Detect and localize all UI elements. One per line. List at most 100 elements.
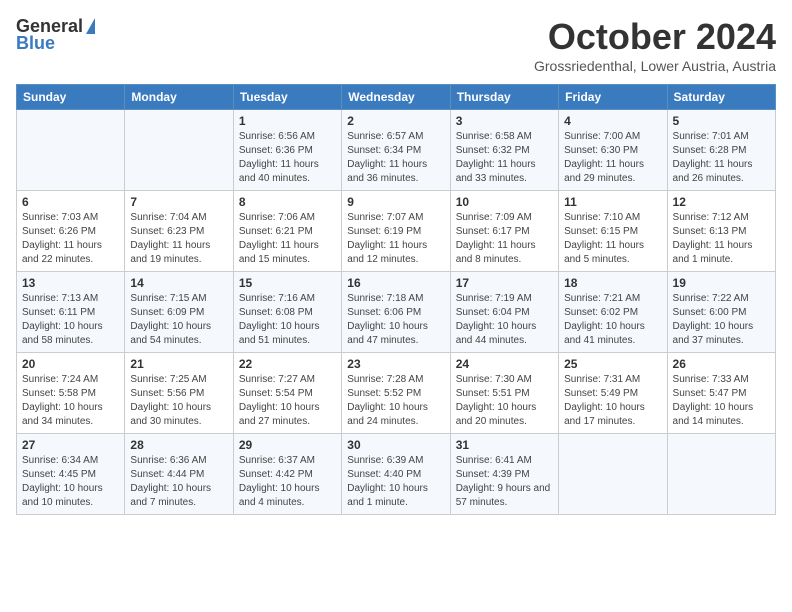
day-number: 31	[456, 438, 553, 452]
day-info: Sunrise: 6:37 AM Sunset: 4:42 PM Dayligh…	[239, 454, 336, 510]
logo-blue-text: Blue	[16, 33, 55, 54]
day-info: Sunrise: 7:04 AM Sunset: 6:23 PM Dayligh…	[130, 211, 227, 267]
weekday-header: Tuesday	[233, 85, 341, 110]
calendar-cell: 29 Sunrise: 6:37 AM Sunset: 4:42 PM Dayli…	[233, 434, 341, 515]
day-info: Sunrise: 6:58 AM Sunset: 6:32 PM Dayligh…	[456, 130, 553, 186]
calendar-cell: 30 Sunrise: 6:39 AM Sunset: 4:40 PM Dayli…	[342, 434, 450, 515]
day-number: 29	[239, 438, 336, 452]
calendar-cell: 25 Sunrise: 7:31 AM Sunset: 5:49 PM Dayli…	[559, 353, 667, 434]
day-info: Sunrise: 7:27 AM Sunset: 5:54 PM Dayligh…	[239, 373, 336, 429]
calendar-week-row: 27 Sunrise: 6:34 AM Sunset: 4:45 PM Dayli…	[17, 434, 776, 515]
day-info: Sunrise: 7:21 AM Sunset: 6:02 PM Dayligh…	[564, 292, 661, 348]
day-number: 25	[564, 357, 661, 371]
day-number: 18	[564, 276, 661, 290]
day-number: 9	[347, 195, 444, 209]
day-number: 20	[22, 357, 119, 371]
day-info: Sunrise: 6:57 AM Sunset: 6:34 PM Dayligh…	[347, 130, 444, 186]
calendar-cell: 17 Sunrise: 7:19 AM Sunset: 6:04 PM Dayli…	[450, 272, 558, 353]
day-number: 6	[22, 195, 119, 209]
calendar-cell: 10 Sunrise: 7:09 AM Sunset: 6:17 PM Dayli…	[450, 191, 558, 272]
calendar-cell: 6 Sunrise: 7:03 AM Sunset: 6:26 PM Daylig…	[17, 191, 125, 272]
day-info: Sunrise: 7:07 AM Sunset: 6:19 PM Dayligh…	[347, 211, 444, 267]
day-number: 3	[456, 114, 553, 128]
calendar-week-row: 1Sunrise: 6:56 AM Sunset: 6:36 PM Daylig…	[17, 110, 776, 191]
day-number: 26	[673, 357, 770, 371]
day-number: 4	[564, 114, 661, 128]
day-info: Sunrise: 6:34 AM Sunset: 4:45 PM Dayligh…	[22, 454, 119, 510]
calendar-cell: 23Sunrise: 7:28 AM Sunset: 5:52 PM Dayli…	[342, 353, 450, 434]
calendar-cell	[17, 110, 125, 191]
calendar-cell: 27 Sunrise: 6:34 AM Sunset: 4:45 PM Dayli…	[17, 434, 125, 515]
calendar-cell: 18 Sunrise: 7:21 AM Sunset: 6:02 PM Dayli…	[559, 272, 667, 353]
day-info: Sunrise: 7:03 AM Sunset: 6:26 PM Dayligh…	[22, 211, 119, 267]
calendar-cell	[667, 434, 775, 515]
calendar-cell	[559, 434, 667, 515]
day-info: Sunrise: 7:16 AM Sunset: 6:08 PM Dayligh…	[239, 292, 336, 348]
calendar-cell: 1Sunrise: 6:56 AM Sunset: 6:36 PM Daylig…	[233, 110, 341, 191]
calendar-cell: 7 Sunrise: 7:04 AM Sunset: 6:23 PM Daylig…	[125, 191, 233, 272]
day-number: 13	[22, 276, 119, 290]
month-title: October 2024	[534, 16, 776, 58]
day-number: 2	[347, 114, 444, 128]
day-number: 7	[130, 195, 227, 209]
calendar-cell: 14 Sunrise: 7:15 AM Sunset: 6:09 PM Dayli…	[125, 272, 233, 353]
calendar-cell: 16Sunrise: 7:18 AM Sunset: 6:06 PM Dayli…	[342, 272, 450, 353]
day-number: 11	[564, 195, 661, 209]
calendar-cell: 21 Sunrise: 7:25 AM Sunset: 5:56 PM Dayli…	[125, 353, 233, 434]
day-number: 30	[347, 438, 444, 452]
day-info: Sunrise: 7:01 AM Sunset: 6:28 PM Dayligh…	[673, 130, 770, 186]
day-info: Sunrise: 7:09 AM Sunset: 6:17 PM Dayligh…	[456, 211, 553, 267]
calendar-week-row: 20 Sunrise: 7:24 AM Sunset: 5:58 PM Dayli…	[17, 353, 776, 434]
day-info: Sunrise: 7:00 AM Sunset: 6:30 PM Dayligh…	[564, 130, 661, 186]
weekday-header: Saturday	[667, 85, 775, 110]
day-info: Sunrise: 7:30 AM Sunset: 5:51 PM Dayligh…	[456, 373, 553, 429]
logo: General Blue	[16, 16, 95, 54]
day-number: 8	[239, 195, 336, 209]
day-info: Sunrise: 7:33 AM Sunset: 5:47 PM Dayligh…	[673, 373, 770, 429]
day-number: 17	[456, 276, 553, 290]
day-number: 10	[456, 195, 553, 209]
day-number: 19	[673, 276, 770, 290]
page-header: General Blue October 2024 Grossriedentha…	[16, 16, 776, 74]
day-number: 21	[130, 357, 227, 371]
day-info: Sunrise: 7:25 AM Sunset: 5:56 PM Dayligh…	[130, 373, 227, 429]
calendar-cell: 8 Sunrise: 7:06 AM Sunset: 6:21 PM Daylig…	[233, 191, 341, 272]
day-info: Sunrise: 7:15 AM Sunset: 6:09 PM Dayligh…	[130, 292, 227, 348]
weekday-header: Thursday	[450, 85, 558, 110]
calendar-week-row: 6 Sunrise: 7:03 AM Sunset: 6:26 PM Daylig…	[17, 191, 776, 272]
day-info: Sunrise: 7:19 AM Sunset: 6:04 PM Dayligh…	[456, 292, 553, 348]
calendar-cell: 5Sunrise: 7:01 AM Sunset: 6:28 PM Daylig…	[667, 110, 775, 191]
day-info: Sunrise: 7:12 AM Sunset: 6:13 PM Dayligh…	[673, 211, 770, 267]
day-info: Sunrise: 6:39 AM Sunset: 4:40 PM Dayligh…	[347, 454, 444, 510]
calendar-cell: 3 Sunrise: 6:58 AM Sunset: 6:32 PM Daylig…	[450, 110, 558, 191]
day-number: 12	[673, 195, 770, 209]
calendar-cell: 9 Sunrise: 7:07 AM Sunset: 6:19 PM Daylig…	[342, 191, 450, 272]
calendar-cell: 28Sunrise: 6:36 AM Sunset: 4:44 PM Dayli…	[125, 434, 233, 515]
title-section: October 2024 Grossriedenthal, Lower Aust…	[534, 16, 776, 74]
day-info: Sunrise: 7:31 AM Sunset: 5:49 PM Dayligh…	[564, 373, 661, 429]
day-info: Sunrise: 7:22 AM Sunset: 6:00 PM Dayligh…	[673, 292, 770, 348]
day-number: 24	[456, 357, 553, 371]
day-number: 14	[130, 276, 227, 290]
weekday-header: Wednesday	[342, 85, 450, 110]
day-info: Sunrise: 7:10 AM Sunset: 6:15 PM Dayligh…	[564, 211, 661, 267]
calendar-cell: 31 Sunrise: 6:41 AM Sunset: 4:39 PM Dayli…	[450, 434, 558, 515]
day-number: 23	[347, 357, 444, 371]
calendar-cell: 19 Sunrise: 7:22 AM Sunset: 6:00 PM Dayli…	[667, 272, 775, 353]
calendar-table: SundayMondayTuesdayWednesdayThursdayFrid…	[16, 84, 776, 515]
calendar-cell: 24 Sunrise: 7:30 AM Sunset: 5:51 PM Dayli…	[450, 353, 558, 434]
day-info: Sunrise: 6:36 AM Sunset: 4:44 PM Dayligh…	[130, 454, 227, 510]
day-info: Sunrise: 7:06 AM Sunset: 6:21 PM Dayligh…	[239, 211, 336, 267]
day-info: Sunrise: 6:41 AM Sunset: 4:39 PM Dayligh…	[456, 454, 553, 510]
calendar-cell	[125, 110, 233, 191]
day-number: 1	[239, 114, 336, 128]
weekday-header: Friday	[559, 85, 667, 110]
day-number: 22	[239, 357, 336, 371]
calendar-cell: 15Sunrise: 7:16 AM Sunset: 6:08 PM Dayli…	[233, 272, 341, 353]
calendar-cell: 20 Sunrise: 7:24 AM Sunset: 5:58 PM Dayli…	[17, 353, 125, 434]
day-info: Sunrise: 7:13 AM Sunset: 6:11 PM Dayligh…	[22, 292, 119, 348]
calendar-header-row: SundayMondayTuesdayWednesdayThursdayFrid…	[17, 85, 776, 110]
location-subtitle: Grossriedenthal, Lower Austria, Austria	[534, 58, 776, 74]
day-number: 27	[22, 438, 119, 452]
day-info: Sunrise: 7:24 AM Sunset: 5:58 PM Dayligh…	[22, 373, 119, 429]
